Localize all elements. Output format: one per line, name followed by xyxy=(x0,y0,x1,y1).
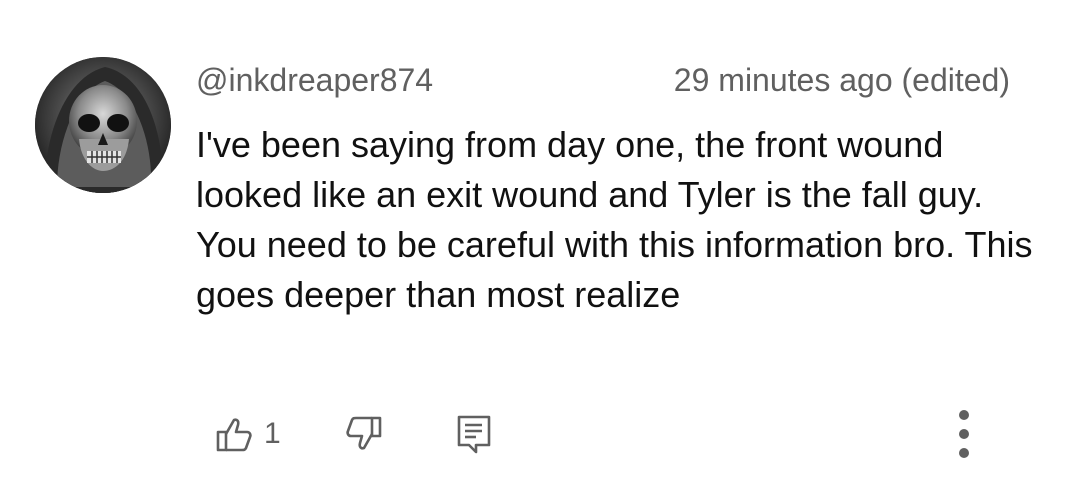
more-options-button[interactable] xyxy=(950,406,978,462)
comment-author[interactable]: @inkdreaper874 xyxy=(196,60,433,100)
thumbs-up-icon xyxy=(216,418,252,452)
reply-button[interactable] xyxy=(456,414,492,454)
comment-actions: 1 xyxy=(0,410,1080,460)
like-count: 1 xyxy=(264,417,281,450)
more-vertical-icon xyxy=(959,410,969,458)
thumbs-down-icon xyxy=(346,416,382,450)
comment-item: @inkdreaper874 29 minutes ago (edited) I… xyxy=(0,0,1080,496)
dislike-button[interactable] xyxy=(344,414,384,454)
avatar[interactable] xyxy=(35,57,171,193)
like-button[interactable]: 1 xyxy=(214,414,281,454)
skull-avatar-icon xyxy=(35,57,171,193)
comment-text: I've been saying from day one, the front… xyxy=(196,124,1033,315)
reply-comment-icon xyxy=(457,415,491,454)
comment-timestamp: 29 minutes ago (edited) xyxy=(673,62,1010,98)
